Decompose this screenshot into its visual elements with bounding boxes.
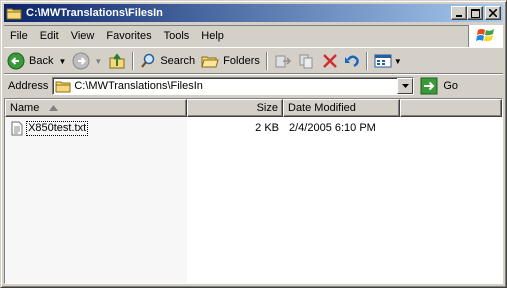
toolbar-separator <box>132 52 135 70</box>
forward-dropdown-icon[interactable]: ▼ <box>94 57 102 66</box>
column-header-name[interactable]: Name <box>5 99 187 117</box>
file-size: 2 KB <box>255 122 279 134</box>
maximize-button[interactable] <box>467 6 483 20</box>
standard-toolbar: Back ▼ ▼ Search Folders ▼ <box>4 49 503 74</box>
menu-file[interactable]: File <box>4 25 34 47</box>
views-dropdown-icon[interactable]: ▼ <box>394 57 402 66</box>
column-name-label: Name <box>10 102 40 114</box>
menu-help[interactable]: Help <box>195 25 230 47</box>
column-size-label: Size <box>256 102 278 114</box>
menu-edit[interactable]: Edit <box>34 25 65 47</box>
folders-label: Folders <box>223 55 260 67</box>
file-name: X850test.txt <box>26 121 89 136</box>
move-to-icon <box>275 55 291 68</box>
menu-view[interactable]: View <box>65 25 101 47</box>
minimize-icon <box>456 15 462 17</box>
folder-icon <box>55 81 71 93</box>
column-header-filler <box>400 99 502 117</box>
search-label: Search <box>160 55 196 67</box>
undo-button[interactable] <box>341 50 363 72</box>
forward-button[interactable]: ▼ <box>69 50 105 72</box>
file-date: 2/4/2005 6:10 PM <box>289 122 376 134</box>
folder-up-icon <box>109 53 125 69</box>
window-title: C:\MWTranslations\FilesIn <box>26 7 163 19</box>
column-date-label: Date Modified <box>288 102 356 114</box>
folders-icon <box>201 56 219 68</box>
forward-arrow-icon <box>72 52 90 70</box>
column-header-size[interactable]: Size <box>187 99 283 117</box>
up-button[interactable] <box>105 50 129 72</box>
text-file-icon <box>11 121 23 136</box>
go-label: Go <box>443 80 459 92</box>
delete-button[interactable] <box>319 50 341 72</box>
copy-to-button[interactable] <box>295 50 319 72</box>
name-column-highlight <box>5 117 187 283</box>
folders-button[interactable]: Folders <box>198 50 263 72</box>
file-name-cell[interactable]: X850test.txt <box>11 120 89 136</box>
address-bar: Address C:\MWTranslations\FilesIn Go <box>4 74 503 97</box>
windows-logo-icon <box>468 25 503 47</box>
back-button[interactable]: Back ▼ <box>4 50 69 72</box>
go-arrow-icon <box>420 77 438 95</box>
search-button[interactable]: Search <box>137 50 198 72</box>
menu-bar: File Edit View Favorites Tools Help <box>4 25 503 48</box>
maximize-icon <box>470 8 480 18</box>
folder-icon <box>6 8 22 20</box>
back-arrow-icon <box>7 52 25 70</box>
address-label: Address <box>8 80 49 92</box>
move-to-button[interactable] <box>271 50 295 72</box>
views-icon <box>374 54 392 68</box>
go-button[interactable]: Go <box>420 77 458 95</box>
file-list[interactable]: Name Size Date Modified X850test.txt 2 K… <box>4 98 503 284</box>
sort-ascending-icon <box>49 105 59 111</box>
back-dropdown-icon[interactable]: ▼ <box>58 57 66 66</box>
toolbar-separator <box>365 52 368 70</box>
list-header: Name Size Date Modified <box>5 99 502 117</box>
minimize-button[interactable] <box>451 6 467 20</box>
undo-icon <box>344 55 359 68</box>
title-bar[interactable]: C:\MWTranslations\FilesIn <box>4 4 503 22</box>
menu-favorites[interactable]: Favorites <box>100 25 157 47</box>
back-label: Back <box>29 55 54 67</box>
menu-tools[interactable]: Tools <box>158 25 196 47</box>
views-button[interactable]: ▼ <box>371 50 405 72</box>
toolbar-separator <box>265 52 268 70</box>
copy-to-icon <box>299 54 313 69</box>
address-value: C:\MWTranslations\FilesIn <box>74 80 203 92</box>
chevron-down-icon <box>401 84 409 88</box>
close-icon <box>489 9 497 17</box>
explorer-window: C:\MWTranslations\FilesIn File Edit View… <box>0 0 507 288</box>
address-field[interactable]: C:\MWTranslations\FilesIn <box>52 77 415 95</box>
close-button[interactable] <box>485 6 501 20</box>
delete-icon <box>322 54 337 68</box>
address-dropdown-button[interactable] <box>397 78 414 94</box>
search-icon <box>141 53 155 68</box>
table-row[interactable]: X850test.txt 2 KB 2/4/2005 6:10 PM <box>5 120 502 136</box>
column-header-date[interactable]: Date Modified <box>283 99 400 117</box>
